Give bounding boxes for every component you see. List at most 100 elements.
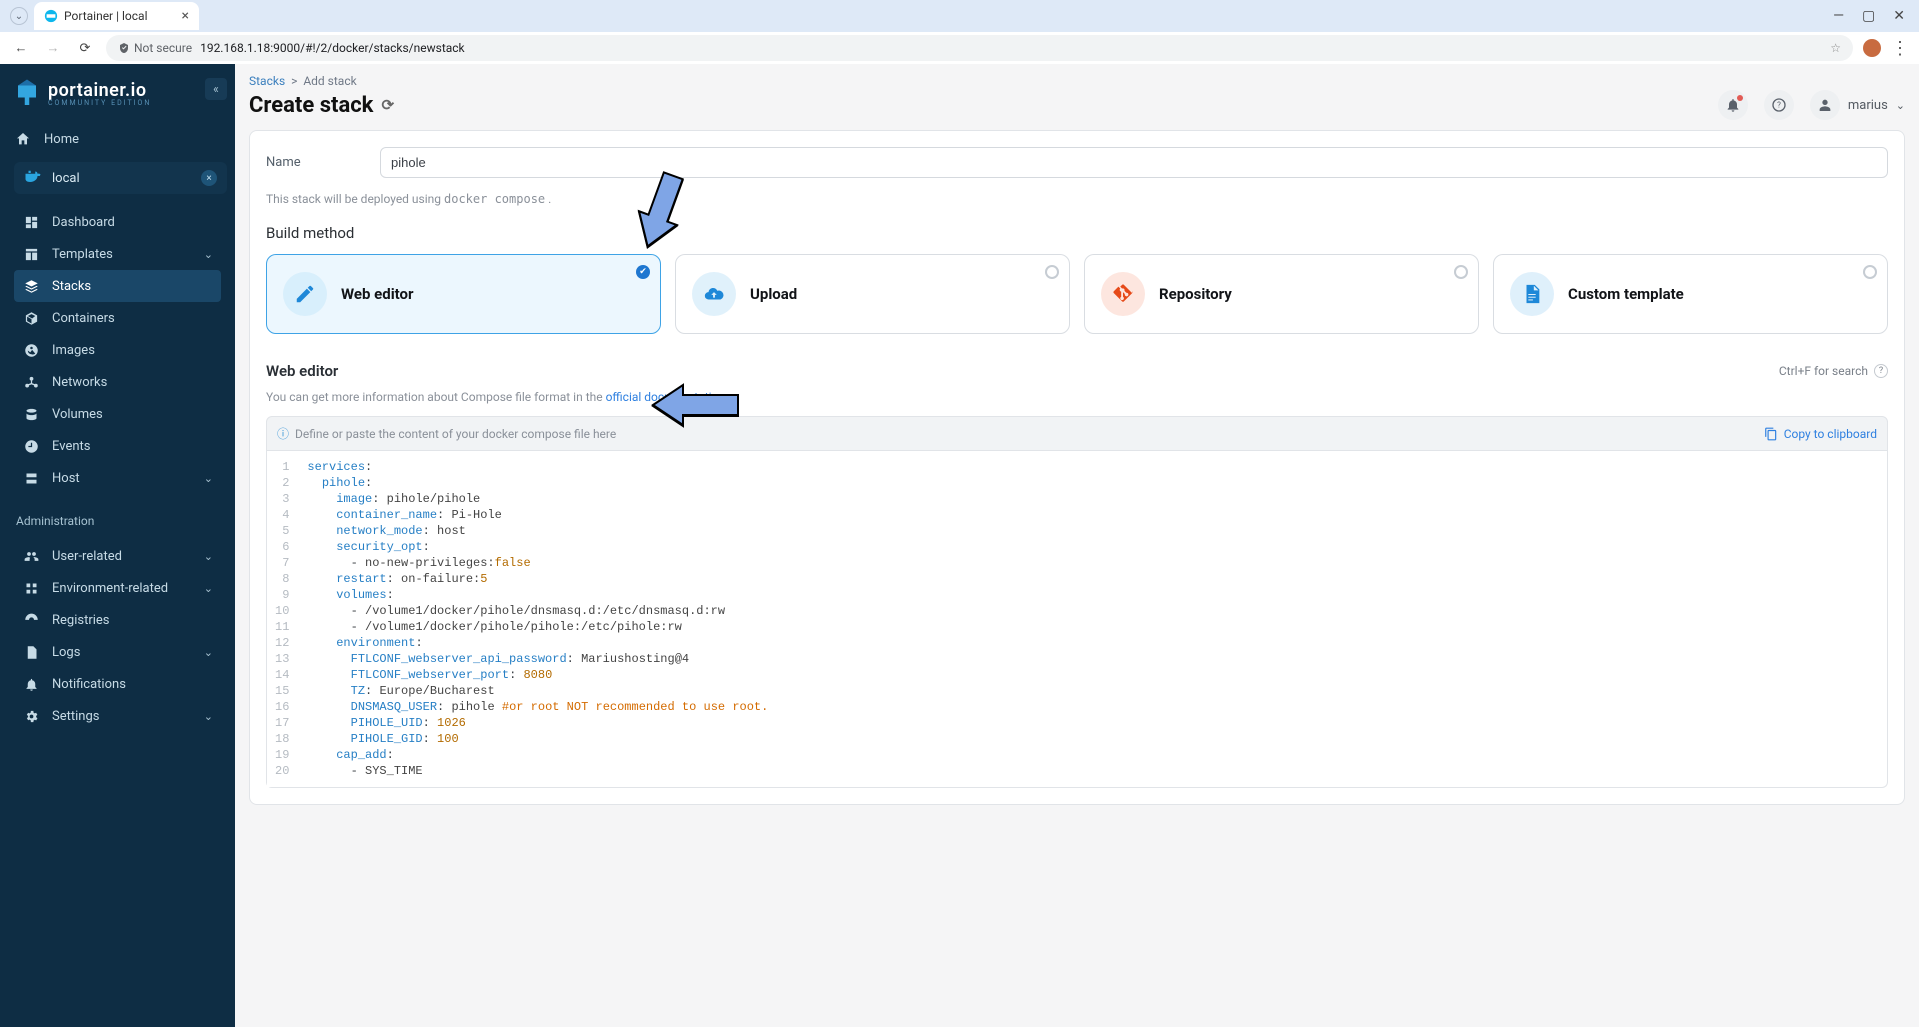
editor-hint-bar: ⓘ Define or paste the content of your do… [266, 416, 1888, 451]
refresh-icon[interactable]: ⟳ [381, 96, 394, 114]
sidebar-item-home[interactable]: Home [0, 122, 235, 156]
close-window-icon[interactable]: ✕ [1893, 8, 1905, 24]
sidebar-item-containers[interactable]: Containers [14, 302, 221, 334]
sidebar-item-user-related[interactable]: User-related⌄ [14, 540, 221, 572]
sidebar-item-label: Templates [52, 247, 113, 262]
profile-avatar[interactable] [1863, 39, 1881, 57]
editor-header: Web editor Ctrl+F for search ? [266, 356, 1888, 382]
editor-search-hint: Ctrl+F for search ? [1779, 364, 1888, 378]
sidebar-item-environment-related[interactable]: Environment-related⌄ [14, 572, 221, 604]
bookmark-icon[interactable]: ☆ [1830, 41, 1841, 55]
address-bar[interactable]: Not secure 192.168.1.18:9000/#!/2/docker… [106, 35, 1853, 61]
sidebar-item-registries[interactable]: Registries [14, 604, 221, 636]
header-actions: ? marius ⌄ [1718, 90, 1905, 120]
sidebar-item-stacks[interactable]: Stacks [14, 270, 221, 302]
radio-icon [1454, 265, 1468, 279]
sidebar-env-items: DashboardTemplates⌄StacksContainersImage… [0, 200, 235, 500]
user-icon [1810, 90, 1840, 120]
app-root: portainer.io COMMUNITY EDITION « Home lo… [0, 64, 1919, 1027]
back-button[interactable]: ← [10, 40, 32, 56]
sidebar-collapse-button[interactable]: « [205, 78, 227, 100]
chevron-down-icon: ⌄ [204, 472, 213, 485]
radio-icon [1863, 265, 1877, 279]
chevron-down-icon: ⌄ [204, 646, 213, 659]
copy-button[interactable]: Copy to clipboard [1764, 427, 1877, 441]
brand-name: portainer.io [48, 80, 151, 101]
breadcrumb-leaf: Add stack [303, 74, 356, 88]
deploy-hint-code: docker compose [444, 192, 545, 206]
sidebar-item-logs[interactable]: Logs ⌄ [14, 636, 221, 668]
code-editor[interactable]: 1234567891011121314151617181920 services… [266, 451, 1888, 788]
code-body[interactable]: services: pihole: image: pihole/pihole c… [297, 451, 778, 787]
sidebar-item-label: Registries [52, 613, 110, 628]
env-close-icon[interactable]: × [201, 170, 217, 186]
sidebar-item-label: Host [52, 471, 80, 486]
brand[interactable]: portainer.io COMMUNITY EDITION [0, 64, 235, 122]
method-label: Custom template [1568, 285, 1684, 303]
title-row: Create stack ⟳ ? marius ⌄ [235, 88, 1919, 130]
sidebar-item-host[interactable]: Host ⌄ [14, 462, 221, 494]
images-icon [22, 341, 40, 359]
close-icon[interactable]: × [182, 8, 189, 24]
sidebar-item-label: Volumes [52, 407, 103, 422]
sidebar: portainer.io COMMUNITY EDITION « Home lo… [0, 64, 235, 1027]
sidebar-item-label: Stacks [52, 279, 91, 294]
info-icon: ⓘ [277, 425, 289, 442]
sidebar-item-label: Settings [52, 709, 99, 724]
sidebar-item-label: Images [52, 343, 95, 358]
forward-button[interactable]: → [42, 40, 64, 56]
sidebar-item-settings[interactable]: Settings⌄ [14, 700, 221, 732]
maximize-icon[interactable]: ▢ [1862, 8, 1875, 24]
help-button[interactable]: ? [1764, 90, 1794, 120]
environment-related-icon [22, 579, 40, 597]
name-input[interactable] [380, 147, 1888, 178]
line-gutter: 1234567891011121314151617181920 [267, 451, 297, 787]
settings-icon [22, 707, 40, 725]
security-label: Not secure [134, 41, 192, 55]
name-label: Name [266, 155, 360, 170]
logs-icon [22, 643, 40, 661]
sidebar-item-dashboard[interactable]: Dashboard [14, 206, 221, 238]
sidebar-item-label: Logs [52, 645, 80, 660]
sidebar-item-volumes[interactable]: Volumes [14, 398, 221, 430]
sidebar-admin-items: User-related⌄Environment-related⌄Registr… [0, 534, 235, 738]
sidebar-item-label: Notifications [52, 677, 126, 692]
help-icon[interactable]: ? [1874, 364, 1888, 378]
editor-title: Web editor [266, 362, 338, 380]
browser-tab[interactable]: Portainer | local × [34, 2, 199, 30]
registries-icon [22, 611, 40, 629]
breadcrumb-root[interactable]: Stacks [249, 74, 285, 88]
security-indicator[interactable]: Not secure [118, 41, 192, 55]
sidebar-item-images[interactable]: Images [14, 334, 221, 366]
method-custom-template[interactable]: Custom template [1493, 254, 1888, 334]
url-text: 192.168.1.18:9000/#!/2/docker/stacks/new… [200, 41, 465, 55]
brand-edition: COMMUNITY EDITION [48, 99, 151, 107]
svg-text:?: ? [1777, 101, 1781, 110]
browser-menu-icon[interactable]: ⋮ [1891, 38, 1909, 59]
sidebar-environment[interactable]: local × [14, 162, 227, 194]
sidebar-item-events[interactable]: Events [14, 430, 221, 462]
networks-icon [22, 373, 40, 391]
breadcrumb: Stacks > Add stack [235, 64, 1919, 88]
editor-subtext: You can get more information about Compo… [266, 390, 1888, 404]
minimize-icon[interactable]: — [1833, 8, 1844, 24]
sidebar-item-templates[interactable]: Templates⌄ [14, 238, 221, 270]
method-label: Upload [750, 285, 797, 303]
user-menu[interactable]: marius ⌄ [1810, 90, 1905, 120]
method-repository[interactable]: Repository [1084, 254, 1479, 334]
method-upload[interactable]: Upload [675, 254, 1070, 334]
sidebar-item-label: Dashboard [52, 215, 115, 230]
sidebar-item-networks[interactable]: Networks [14, 366, 221, 398]
method-web-editor[interactable]: Web editor [266, 254, 661, 334]
sidebar-item-notifications[interactable]: Notifications [14, 668, 221, 700]
notifications-button[interactable] [1718, 90, 1748, 120]
edit-icon [283, 272, 327, 316]
tab-list-button[interactable]: ⌄ [10, 7, 28, 25]
events-icon [22, 437, 40, 455]
radio-icon [1045, 265, 1059, 279]
sidebar-item-label: User-related [52, 549, 122, 564]
dashboard-icon [22, 213, 40, 231]
docker-icon [24, 169, 42, 187]
docs-link[interactable]: official documentation [606, 390, 726, 404]
reload-button[interactable]: ⟳ [74, 41, 96, 56]
